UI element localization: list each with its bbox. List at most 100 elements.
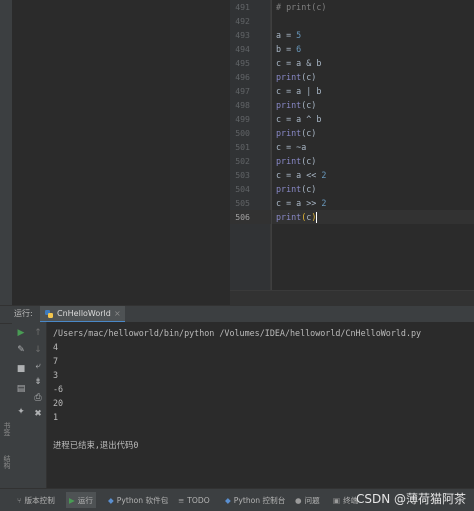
run-icon: ▶ xyxy=(69,495,75,505)
code-text: b = 6 xyxy=(276,44,302,54)
line-number: 497 xyxy=(235,86,250,96)
horizontal-scrollbar[interactable] xyxy=(230,290,474,306)
code-line[interactable]: 492 xyxy=(230,14,474,28)
code-line[interactable]: 498 print(c) xyxy=(230,98,474,112)
python-console-icon: ◆ xyxy=(225,495,231,505)
tool-window-bar: ⑂ 版本控制 ▶ 运行 ◆ Python 软件包 ≡ TODO ◆ Python 控制台 ● 问题 ▣ 终… xyxy=(0,488,474,511)
python-icon xyxy=(45,310,53,318)
code-line[interactable]: 502 print(c) xyxy=(230,154,474,168)
code-line[interactable]: 499 c = a ^ b xyxy=(230,112,474,126)
code-line[interactable]: 494 b = 6 xyxy=(230,42,474,56)
code-text: a = 5 xyxy=(276,30,302,40)
line-number: 505 xyxy=(235,198,250,208)
console-output-line: 20 xyxy=(53,398,64,408)
console-output-line: 3 xyxy=(53,370,59,380)
tool-window-button[interactable]: ⑂ 版本控制 xyxy=(14,492,58,508)
layout-icon[interactable]: ▤ xyxy=(15,383,27,395)
code-line[interactable]: 504 print(c) xyxy=(230,182,474,196)
scroll-to-end-icon[interactable]: ⇟ xyxy=(32,376,44,388)
tool-window-button[interactable]: ◆ Python 软件包 xyxy=(105,492,171,508)
code-text: c = a ^ b xyxy=(276,114,322,124)
rerun-icon[interactable]: ▶ xyxy=(15,327,27,339)
line-number: 499 xyxy=(235,114,250,124)
code-line[interactable]: 496 print(c) xyxy=(230,70,474,84)
code-line[interactable]: 497 c = a | b xyxy=(230,84,474,98)
code-text: print(c) xyxy=(276,212,318,223)
code-line[interactable]: 493 a = 5 xyxy=(230,28,474,42)
code-text: print(c) xyxy=(276,72,317,82)
pin-icon[interactable]: ✦ xyxy=(15,406,27,418)
line-number: 504 xyxy=(235,184,250,194)
tool-window-button[interactable]: ◆ Python 控制台 xyxy=(222,492,288,508)
tool-window-label: 运行 xyxy=(77,495,93,505)
arrow-up-icon[interactable]: ↑ xyxy=(32,327,44,339)
wrench-icon[interactable]: ✎ xyxy=(15,344,27,356)
code-editor[interactable]: 491 # print(c) 492 493 a = 5 494 b = 6 495 c = a… xyxy=(230,0,474,306)
line-number: 502 xyxy=(235,156,250,166)
code-text: print(c) xyxy=(276,184,317,194)
line-number: 506 xyxy=(235,212,250,222)
code-text: c = a >> 2 xyxy=(276,198,327,208)
problems-icon: ● xyxy=(295,495,302,505)
line-number: 492 xyxy=(235,16,250,26)
line-number: 496 xyxy=(235,72,250,82)
branch-icon: ⑂ xyxy=(17,495,22,505)
todo-icon: ≡ xyxy=(178,495,185,505)
code-line[interactable]: 505 c = a >> 2 xyxy=(230,196,474,210)
console-command-line: /Users/mac/helloworld/bin/python /Volume… xyxy=(53,328,422,338)
console-output-line: -6 xyxy=(53,384,64,394)
code-text: c = a << 2 xyxy=(276,170,327,180)
run-toolbar-primary: ▶ ✎ ■ ▤ ✦ xyxy=(12,322,30,488)
stop-icon[interactable]: ■ xyxy=(15,363,27,375)
line-number: 491 xyxy=(235,2,250,12)
trash-icon[interactable]: ✖ xyxy=(32,408,44,420)
line-number: 494 xyxy=(235,44,250,54)
code-line[interactable]: 506 print(c) xyxy=(230,210,474,224)
console-output-line: 7 xyxy=(53,356,59,366)
tool-window-label: Python 控制台 xyxy=(233,495,286,505)
console-output-line: 1 xyxy=(53,412,59,422)
terminal-icon: ▣ xyxy=(333,495,341,505)
tool-window-label: TODO xyxy=(187,495,210,505)
soft-wrap-icon[interactable]: ⤶ xyxy=(32,360,44,372)
line-number: 500 xyxy=(235,128,250,138)
code-text: print(c) xyxy=(276,128,317,138)
line-number: 501 xyxy=(235,142,250,152)
console-output-line: 4 xyxy=(53,342,59,352)
tool-window-label: 版本控制 xyxy=(24,495,55,505)
run-tab-label: CnHelloWorld xyxy=(57,309,111,318)
tool-window-button[interactable]: ≡ TODO xyxy=(175,492,213,508)
code-text: c = a | b xyxy=(276,86,322,96)
arrow-down-icon[interactable]: ↓ xyxy=(32,344,44,356)
run-panel-label: 运行: xyxy=(14,309,33,318)
tool-window-label: Python 软件包 xyxy=(116,495,169,505)
run-console[interactable]: /Users/mac/helloworld/bin/python /Volume… xyxy=(47,322,474,488)
text-caret xyxy=(316,212,318,223)
code-text: c = ~a xyxy=(276,142,307,152)
console-output-line: 进程已结束,退出代码0 xyxy=(53,440,139,450)
code-line[interactable]: 491 # print(c) xyxy=(230,0,474,14)
code-text: c = a & b xyxy=(276,58,322,68)
line-number: 498 xyxy=(235,100,250,110)
line-number: 493 xyxy=(235,30,250,40)
code-line[interactable]: 501 c = ~a xyxy=(230,140,474,154)
tool-window-button[interactable]: ▶ 运行 xyxy=(66,492,96,508)
run-toolbar-secondary: ↑ ↓ ⤶ ⇟ ⎙ ✖ xyxy=(30,322,47,488)
run-config-tab[interactable]: CnHelloWorld × xyxy=(40,306,125,323)
bookmarks-tool-label[interactable]: 书签 xyxy=(0,422,12,436)
line-number: 503 xyxy=(235,170,250,180)
python-packages-icon: ◆ xyxy=(108,495,114,505)
print-icon[interactable]: ⎙ xyxy=(32,392,44,404)
code-text: # print(c) xyxy=(276,2,327,12)
tool-window-label: 问题 xyxy=(304,495,320,505)
code-line[interactable]: 495 c = a & b xyxy=(230,56,474,70)
close-tab-icon[interactable]: × xyxy=(114,307,121,321)
project-pane xyxy=(12,0,231,305)
structure-tool-label[interactable]: 结构 xyxy=(0,455,12,469)
tool-window-button[interactable]: ● 问题 xyxy=(292,492,323,508)
watermark-text: CSDN @薄荷猫阿茶 xyxy=(355,492,466,506)
right-margin-guide xyxy=(271,0,272,290)
code-line[interactable]: 500 print(c) xyxy=(230,126,474,140)
code-text: print(c) xyxy=(276,156,317,166)
code-line[interactable]: 503 c = a << 2 xyxy=(230,168,474,182)
